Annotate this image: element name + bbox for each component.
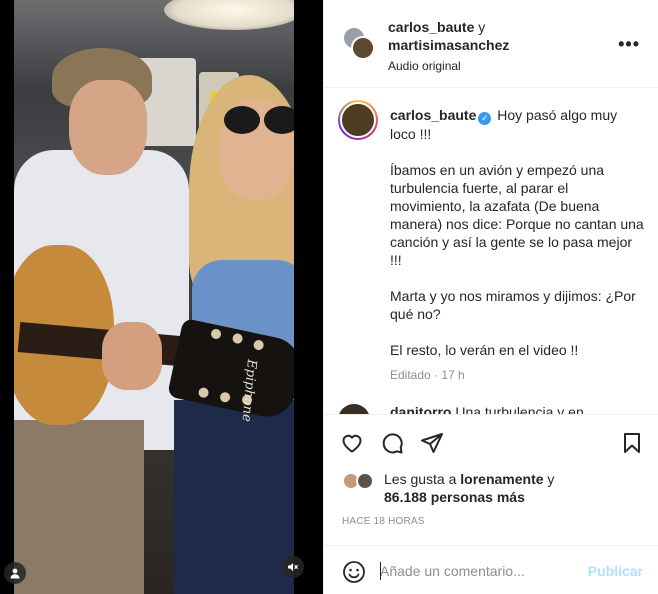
user-icon[interactable]: [4, 562, 26, 584]
post-timestamp[interactable]: HACE 18 HORAS: [342, 516, 425, 527]
caption: carlos_baute ✓ Hoy pasó algo muy loco !!!…: [390, 106, 645, 384]
emoji-icon[interactable]: [342, 560, 366, 584]
reel-video[interactable]: Epiphone: [0, 0, 323, 594]
likes-prefix: Les gusta a: [384, 471, 457, 487]
video-frame: Epiphone: [14, 0, 294, 594]
caption-username[interactable]: carlos_baute: [390, 107, 476, 123]
caption-paragraph: Íbamos en un avión y empezó una turbulen…: [390, 162, 644, 268]
woman-jeans: [174, 400, 294, 594]
post-header: carlos_baute y martisimasanchez Audio or…: [324, 0, 658, 88]
avatar[interactable]: [351, 36, 375, 60]
author-avatars[interactable]: [342, 26, 376, 62]
comment-icon[interactable]: [380, 431, 404, 455]
comment-text: Una turbulencia y en: [455, 404, 584, 415]
likes-joiner: y: [547, 471, 555, 487]
avatar[interactable]: [338, 404, 370, 414]
bookmark-icon[interactable]: [620, 431, 644, 455]
likes-count[interactable]: 86.188 personas más: [384, 489, 525, 505]
comments-section[interactable]: carlos_baute ✓ Hoy pasó algo muy loco !!!…: [324, 88, 658, 415]
action-bar: [324, 415, 658, 469]
author-link[interactable]: carlos_baute: [388, 19, 474, 35]
heart-icon[interactable]: [340, 431, 364, 455]
caption-paragraph: El resto, lo verán en el video !!: [390, 342, 579, 358]
speaker-muted-icon[interactable]: [282, 556, 304, 578]
comment-input[interactable]: [380, 559, 580, 583]
avatar[interactable]: [338, 100, 378, 140]
man-face: [69, 80, 147, 175]
audio-link[interactable]: Audio original: [388, 57, 509, 75]
more-options-icon[interactable]: •••: [618, 34, 640, 55]
author-link[interactable]: martisimasanchez: [388, 37, 509, 53]
text-caret: [380, 562, 381, 580]
avatar[interactable]: [356, 472, 374, 490]
post-details: carlos_baute y martisimasanchez Audio or…: [323, 0, 658, 594]
man-pants: [14, 420, 144, 594]
sunglasses: [224, 106, 294, 134]
add-comment-bar: Publicar: [324, 545, 658, 594]
liker-link[interactable]: lorenamente: [460, 471, 543, 487]
hand: [102, 322, 162, 390]
share-icon[interactable]: [420, 431, 444, 455]
verified-badge-icon: ✓: [478, 112, 492, 125]
comment-username[interactable]: danitorro: [390, 404, 451, 414]
caption-paragraph: Marta y yo nos miramos y dijimos: ¿Por q…: [390, 288, 636, 322]
author-joiner: y: [478, 19, 486, 35]
post-button[interactable]: Publicar: [588, 563, 643, 579]
post-authors: carlos_baute y martisimasanchez Audio or…: [388, 18, 509, 75]
caption-meta: Editado · 17 h: [390, 368, 465, 382]
